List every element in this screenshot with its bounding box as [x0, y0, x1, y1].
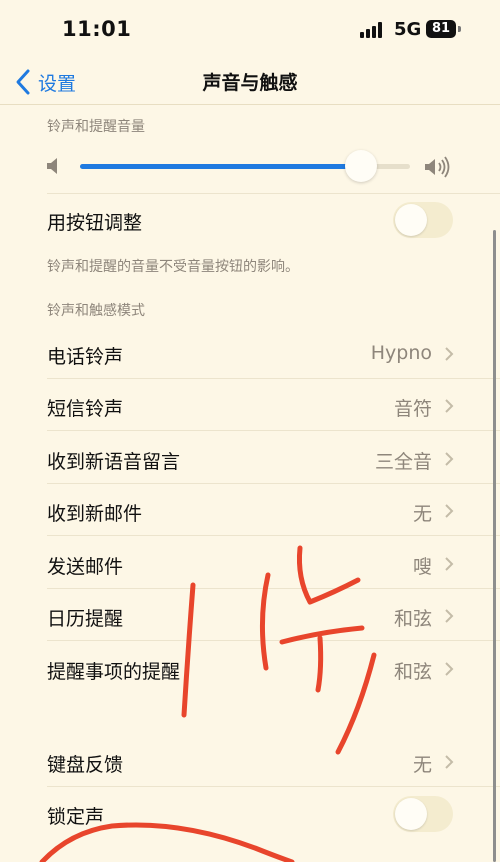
row-text-tone-value: 音符 — [393, 398, 432, 420]
ringer-footnote: 铃声和提醒的音量不受音量按钮的影响。 — [47, 259, 299, 275]
volume-high-icon — [425, 156, 450, 178]
scroll-indicator — [493, 230, 496, 862]
divider — [47, 786, 500, 787]
volume-slider-fill — [80, 164, 361, 169]
status-bar: 11:01 5G 81 — [0, 0, 500, 60]
divider — [47, 640, 500, 641]
change-with-buttons-toggle[interactable] — [393, 202, 453, 238]
section-header-ringer: 铃声和提醒音量 — [47, 119, 145, 135]
row-ringtone-label[interactable]: 电话铃声 — [47, 342, 123, 369]
chevron-right-icon — [445, 609, 454, 623]
volume-slider[interactable] — [80, 150, 410, 182]
row-new-mail-label[interactable]: 收到新邮件 — [47, 499, 142, 526]
row-calendar-label[interactable]: 日历提醒 — [47, 604, 123, 631]
divider — [47, 378, 500, 379]
row-keyboard-feedback-label[interactable]: 键盘反馈 — [47, 750, 123, 777]
row-voicemail-label[interactable]: 收到新语音留言 — [47, 447, 180, 474]
row-new-mail-value: 无 — [412, 503, 432, 525]
divider — [47, 483, 500, 484]
battery-tip — [458, 26, 461, 32]
status-time: 11:01 — [62, 17, 132, 41]
row-reminder-label[interactable]: 提醒事项的提醒 — [47, 657, 180, 684]
row-calendar-value: 和弦 — [393, 608, 432, 630]
row-text-tone-label[interactable]: 短信铃声 — [47, 394, 123, 421]
divider — [47, 193, 500, 194]
row-reminder-value: 和弦 — [393, 661, 432, 683]
chevron-right-icon — [445, 755, 454, 769]
row-ringtone-value: Hypno — [370, 342, 432, 364]
divider — [47, 535, 500, 536]
chevron-right-icon — [445, 452, 454, 466]
toggle-knob — [395, 204, 427, 236]
network-type: 5G — [394, 19, 422, 40]
row-keyboard-feedback-value: 无 — [412, 754, 432, 776]
section-header-patterns: 铃声和触感模式 — [47, 303, 145, 319]
chevron-right-icon — [445, 662, 454, 676]
battery-level: 81 — [431, 21, 451, 36]
navigation-bar: 设置 声音与触感 — [0, 60, 500, 105]
row-lock-sound-label: 锁定声 — [47, 806, 105, 828]
page-title: 声音与触感 — [202, 72, 298, 94]
chevron-right-icon — [445, 504, 454, 518]
change-with-buttons-label: 用按钮调整 — [47, 212, 143, 234]
row-voicemail-value: 三全音 — [374, 451, 432, 473]
cellular-signal-icon — [360, 22, 386, 38]
divider — [47, 430, 500, 431]
chevron-right-icon — [445, 347, 454, 361]
toggle-knob — [395, 798, 427, 830]
row-sent-mail-value: 嗖 — [412, 556, 432, 578]
chevron-right-icon — [445, 399, 454, 413]
divider — [47, 588, 500, 589]
volume-slider-thumb[interactable] — [344, 150, 377, 182]
chevron-right-icon — [445, 557, 454, 571]
volume-low-icon — [47, 158, 57, 174]
lock-sound-toggle[interactable] — [393, 796, 453, 832]
row-sent-mail-label[interactable]: 发送邮件 — [47, 552, 123, 579]
